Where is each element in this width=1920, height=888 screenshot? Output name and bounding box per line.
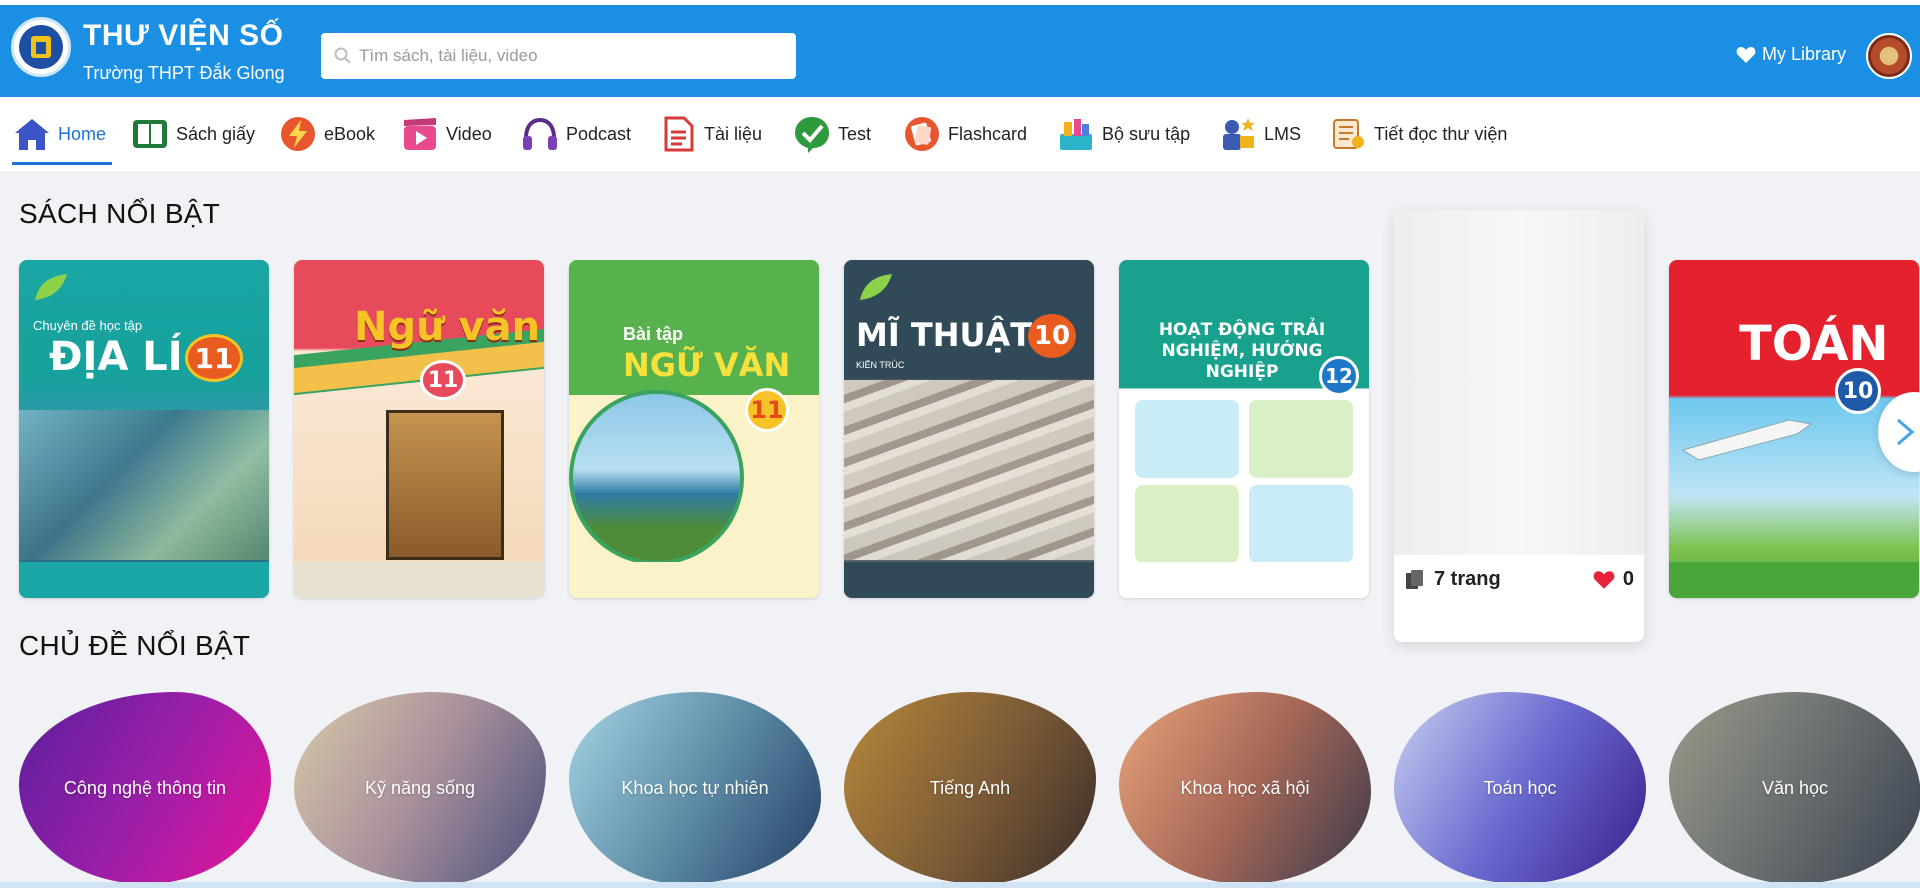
topic-card[interactable]: Tiếng Anh: [844, 692, 1096, 884]
book-card[interactable]: Chuyên đề học tập ĐỊA LÍ 11: [19, 260, 269, 598]
nav-video[interactable]: Video: [400, 109, 492, 159]
flashcard-icon: [905, 117, 939, 151]
nav-documents[interactable]: Tài liệu: [658, 109, 762, 159]
nav-test[interactable]: Test: [792, 109, 871, 159]
nav-paper-books[interactable]: Sách giấy: [130, 109, 255, 159]
home-icon: [15, 119, 49, 150]
nav-flashcard-label: Flashcard: [948, 123, 1028, 144]
school-logo[interactable]: [11, 17, 71, 77]
nav-video-label: Video: [446, 123, 492, 144]
nav-podcast[interactable]: Podcast: [520, 109, 631, 159]
topic-card[interactable]: Kỹ năng sống: [294, 692, 546, 884]
search-box[interactable]: [321, 33, 796, 79]
nav-collection[interactable]: Bộ sưu tập: [1056, 109, 1190, 159]
topic-label: Khoa học xã hội: [1180, 777, 1310, 798]
book-grade: 10: [1835, 368, 1881, 414]
document-icon: [664, 116, 694, 152]
nav-documents-label: Tài liệu: [704, 123, 763, 144]
book-cover-placeholder: [1394, 210, 1644, 555]
chevron-right-icon: [1897, 418, 1915, 446]
topic-card[interactable]: Văn học: [1669, 692, 1920, 884]
book-title: MĨ THUẬT: [856, 316, 1033, 354]
book-grade: 10: [1028, 314, 1076, 358]
book-title: NGỮ VĂN: [623, 346, 791, 384]
user-avatar[interactable]: [1866, 33, 1912, 79]
nav-lms[interactable]: LMS: [1218, 109, 1301, 159]
topic-label: Văn học: [1761, 777, 1829, 798]
book-icon: [133, 120, 167, 148]
book-grade: 11: [745, 388, 789, 432]
topic-card[interactable]: Công nghệ thông tin: [19, 692, 271, 884]
top-header: THƯ VIỆN SỐ Trường THPT Đắk Glong My Lib…: [0, 0, 1920, 97]
collection-icon: [1060, 119, 1092, 150]
nav-collection-label: Bộ sưu tập: [1102, 123, 1191, 144]
nav-podcast-label: Podcast: [566, 123, 632, 144]
nav-lms-label: LMS: [1264, 123, 1302, 144]
nav-reading-label: Tiết đọc thư viện: [1374, 123, 1508, 144]
like-count[interactable]: 0: [1593, 568, 1634, 591]
page-count: 7 trang: [1404, 568, 1501, 591]
book-title: TOÁN: [1739, 316, 1889, 372]
book-card[interactable]: MĨ THUẬT 10 KIẾN TRÚC: [844, 260, 1094, 598]
book-subtitle: KIẾN TRÚC: [856, 360, 905, 370]
lms-icon: [1223, 118, 1255, 150]
featured-topics-title: CHỦ ĐỀ NỔI BẬT: [19, 630, 251, 661]
test-icon: [795, 117, 829, 153]
search-input[interactable]: [359, 33, 789, 79]
book-card-hovered[interactable]: 7 trang 0: [1394, 210, 1644, 642]
book-title: Ngữ văn: [354, 304, 541, 350]
horizontal-scrollbar[interactable]: [0, 882, 1920, 888]
nav-ebook-label: eBook: [324, 123, 376, 144]
book-subtitle: Chuyên đề học tập: [33, 318, 143, 333]
school-name: Trường THPT Đắk Glong: [83, 63, 285, 83]
book-subtitle: Bài tập: [623, 324, 684, 344]
book-title: HOẠT ĐỘNG TRẢI NGHIỆM, HƯỚNG NGHIỆP: [1158, 320, 1326, 382]
topic-label: Toán học: [1483, 777, 1557, 798]
reading-icon: [1333, 119, 1364, 149]
nav-home[interactable]: Home: [12, 109, 113, 165]
book-grade: 11: [420, 360, 466, 400]
heart-icon: [1593, 570, 1615, 589]
book-card[interactable]: HOẠT ĐỘNG TRẢI NGHIỆM, HƯỚNG NGHIỆP 12: [1119, 260, 1369, 598]
like-count-text: 0: [1622, 568, 1634, 590]
topic-card[interactable]: Khoa học xã hội: [1119, 692, 1371, 884]
book-grade: 12: [1319, 356, 1359, 396]
book-card[interactable]: Bài tập NGỮ VĂN 11: [569, 260, 819, 598]
topic-card[interactable]: Khoa học tự nhiên: [569, 692, 821, 884]
pages-icon: [1406, 569, 1423, 589]
heart-icon: [1736, 46, 1756, 63]
topic-label: Tiếng Anh: [929, 777, 1011, 798]
book-title: ĐỊA LÍ: [49, 334, 183, 380]
main-nav: Home Sách giấy eBook Video Podcast Tài l…: [0, 97, 1920, 171]
nav-ebook[interactable]: eBook: [278, 109, 375, 159]
my-library-label: My Library: [1762, 44, 1847, 64]
book-card[interactable]: Ngữ văn 11: [294, 260, 544, 598]
nav-reading[interactable]: Tiết đọc thư viện: [1328, 109, 1507, 159]
page-count-text: 7 trang: [1434, 568, 1501, 590]
featured-books-title: SÁCH NỔI BẬT: [19, 198, 221, 229]
video-icon: [404, 118, 436, 150]
nav-home-label: Home: [58, 123, 107, 144]
my-library-link[interactable]: My Library: [1736, 44, 1846, 65]
site-title[interactable]: THƯ VIỆN SỐ: [83, 19, 283, 53]
nav-flashcard[interactable]: Flashcard: [902, 109, 1027, 159]
topic-card[interactable]: Toán học: [1394, 692, 1646, 884]
topic-label: Kỹ năng sống: [364, 777, 476, 798]
search-icon: [334, 47, 351, 64]
nav-paper-books-label: Sách giấy: [176, 123, 256, 144]
topic-label: Công nghệ thông tin: [63, 777, 227, 798]
lightning-icon: [281, 117, 315, 151]
topic-label: Khoa học tự nhiên: [621, 777, 769, 798]
nav-test-label: Test: [838, 123, 872, 144]
headphones-icon: [523, 117, 557, 150]
book-grade: 11: [185, 334, 243, 382]
